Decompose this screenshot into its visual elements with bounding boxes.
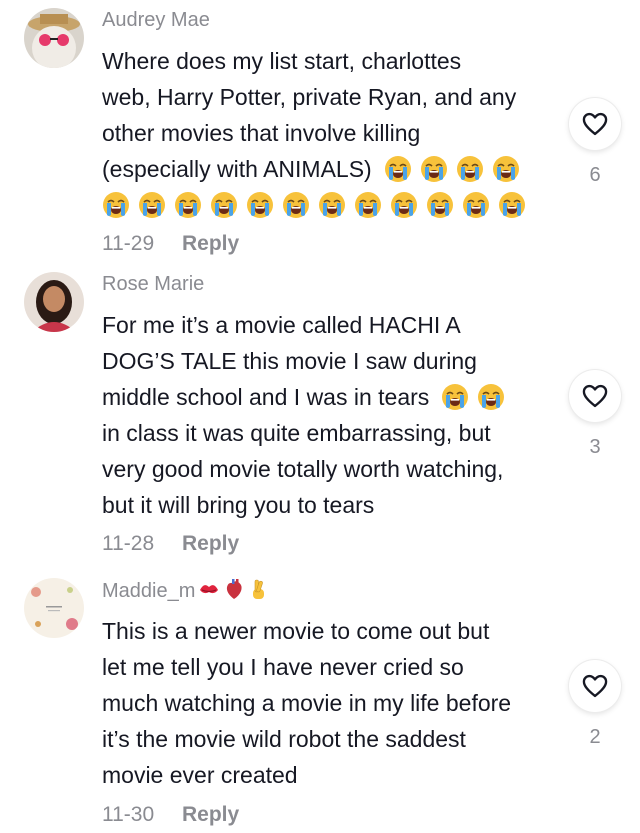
loudly-crying-face-icon: [354, 191, 382, 219]
heart-icon: [581, 110, 609, 138]
like-count: 2: [589, 726, 601, 748]
comment-line: This is a newer movie to come out but: [102, 618, 490, 644]
loudly-crying-face-icon: [498, 191, 526, 219]
anatomical-heart-icon: [223, 578, 245, 606]
loudly-crying-face-icon: [441, 383, 469, 411]
like-button[interactable]: [569, 660, 621, 712]
comment-date: 11-29: [102, 232, 155, 255]
username[interactable]: Rose Marie: [102, 272, 204, 296]
loudly-crying-face-icon: [426, 191, 454, 219]
comment-line: middle school and I was in tears: [102, 384, 430, 410]
comment-line: DOG’S TALE this movie I saw during: [102, 348, 477, 374]
loudly-crying-face-icon: [420, 155, 448, 183]
loudly-crying-face-icon: [282, 191, 310, 219]
loudly-crying-face-icon: [174, 191, 202, 219]
comment-text: This is a newer movie to come out but le…: [102, 613, 557, 793]
comment-line: very good movie totally worth watching,: [102, 456, 504, 482]
comment-line: in class it was quite embarrassing, but: [102, 420, 491, 446]
loudly-crying-face-icon: [390, 191, 418, 219]
like-count: 3: [589, 436, 601, 458]
reply-button[interactable]: Reply: [182, 532, 239, 555]
like-control: 3: [569, 370, 621, 459]
reply-button[interactable]: Reply: [182, 232, 239, 255]
loudly-crying-face-icon: [210, 191, 238, 219]
comment-line: For me it’s a movie called HACHI A: [102, 312, 461, 338]
loudly-crying-face-icon: [477, 383, 505, 411]
like-count: 6: [589, 164, 601, 186]
comment-meta: 11-29 Reply: [102, 232, 239, 256]
loudly-crying-face-icon: [384, 155, 412, 183]
like-button[interactable]: [569, 98, 621, 150]
avatar[interactable]: [24, 8, 84, 68]
like-control: 2: [569, 660, 621, 749]
loudly-crying-face-icon: [492, 155, 520, 183]
like-button[interactable]: [569, 370, 621, 422]
loudly-crying-face-icon: [102, 191, 130, 219]
heart-icon: [581, 672, 609, 700]
comment-line: much watching a movie in my life before: [102, 690, 512, 716]
avatar[interactable]: [24, 578, 84, 638]
comment-line: (especially with ANIMALS): [102, 156, 372, 182]
crossed-fingers-icon: [248, 578, 268, 606]
kiss-mark-icon: [198, 580, 220, 606]
comment-line: Where does my list start, charlottes: [102, 48, 462, 74]
comment-line: web, Harry Potter, private Ryan, and any: [102, 84, 517, 110]
like-control: 6: [569, 98, 621, 187]
comment-line: it’s the movie wild robot the saddest: [102, 726, 466, 752]
comment-meta: 11-30 Reply: [102, 803, 239, 827]
loudly-crying-face-icon: [318, 191, 346, 219]
comment-line: other movies that involve killing: [102, 120, 421, 146]
comment-line: movie ever created: [102, 762, 298, 788]
comment-date: 11-28: [102, 532, 155, 555]
username-text: Maddie_m: [102, 580, 196, 602]
username[interactable]: Maddie_m: [102, 578, 268, 606]
comment-text: Where does my list start, charlottes web…: [102, 43, 557, 223]
loudly-crying-face-icon: [456, 155, 484, 183]
comment-date: 11-30: [102, 803, 155, 826]
reply-button[interactable]: Reply: [182, 803, 239, 826]
avatar[interactable]: [24, 272, 84, 332]
username[interactable]: Audrey Mae: [102, 8, 210, 32]
heart-icon: [581, 382, 609, 410]
loudly-crying-face-icon: [138, 191, 166, 219]
comment-line: let me tell you I have never cried so: [102, 654, 464, 680]
comment-meta: 11-28 Reply: [102, 532, 239, 556]
loudly-crying-face-icon: [246, 191, 274, 219]
comment-text: For me it’s a movie called HACHI A DOG’S…: [102, 307, 557, 523]
comment-line: but it will bring you to tears: [102, 492, 375, 518]
loudly-crying-face-icon: [462, 191, 490, 219]
